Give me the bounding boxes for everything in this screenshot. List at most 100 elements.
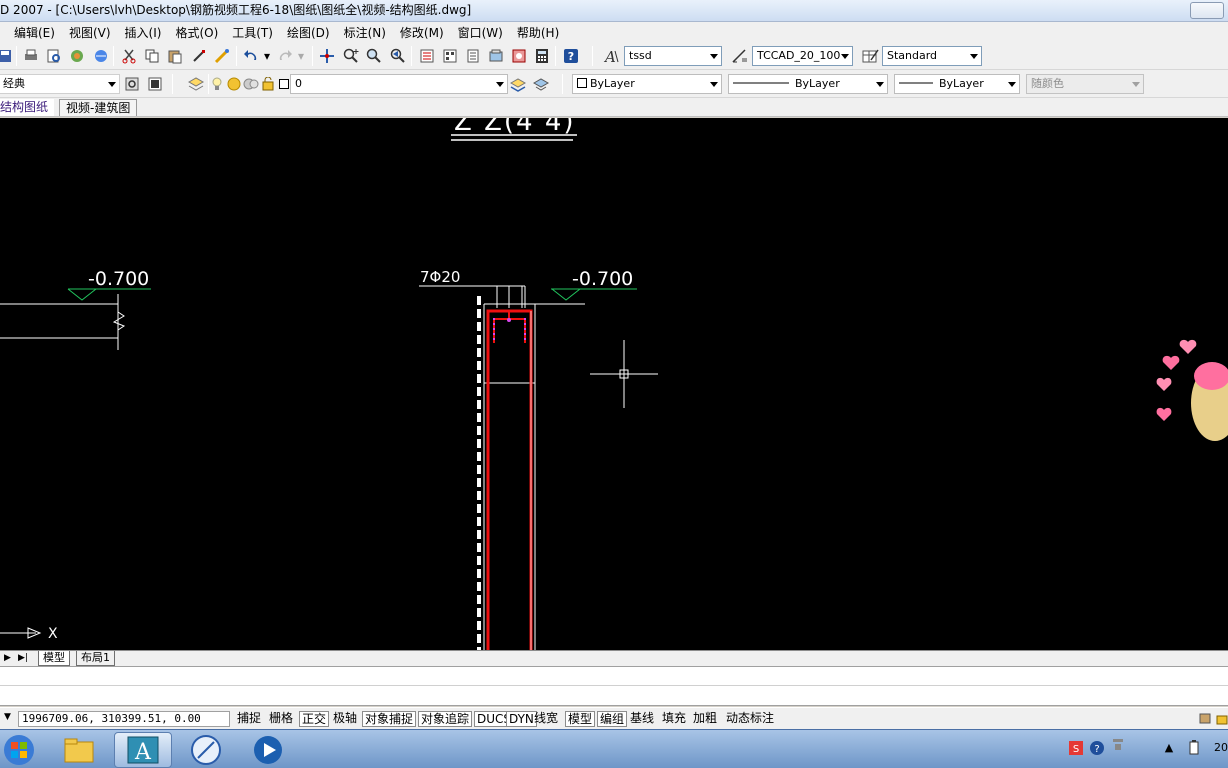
menu-modify[interactable]: 修改(M) <box>400 24 451 41</box>
undo-icon[interactable] <box>242 47 260 65</box>
window-minimize-button[interactable] <box>1190 2 1224 19</box>
standard-toolbar: ▾ ▾ ? A tssd TCCAD_20_100 Standard <box>0 42 1228 70</box>
make-object-layer-current-icon[interactable] <box>509 75 527 93</box>
layer-viewport-freeze-icon[interactable] <box>243 75 259 93</box>
properties-icon[interactable] <box>418 47 436 65</box>
layer-lock-icon[interactable] <box>261 75 277 93</box>
paste-icon[interactable] <box>166 47 184 65</box>
tab-last-icon[interactable]: ▶| <box>18 653 28 663</box>
3d-dwf-icon[interactable] <box>92 47 110 65</box>
layer-select[interactable]: 0 <box>290 74 508 94</box>
undo-dropdown-icon[interactable]: ▾ <box>262 47 272 65</box>
pan-realtime-icon[interactable] <box>318 47 336 65</box>
table-style-select[interactable]: Standard <box>882 46 982 66</box>
dimension-style-select[interactable]: TCCAD_20_100 <box>752 46 853 66</box>
task-media-player[interactable] <box>239 732 297 768</box>
status-bar: ▼ 1996709.06, 310399.51, 0.00 捕捉 栅格 正交 极轴 对象… <box>0 707 1228 729</box>
menu-help[interactable]: 帮助(H) <box>517 24 566 41</box>
tray-tool-icon[interactable] <box>1110 736 1126 752</box>
status-toggle-11[interactable]: 基线 <box>628 711 656 727</box>
workspace-select[interactable]: 经典 <box>0 74 120 94</box>
status-toggle-12[interactable]: 填充 <box>660 711 688 727</box>
status-toggle-8[interactable]: 线宽 <box>532 711 560 727</box>
status-toggle-3[interactable]: 极轴 <box>331 711 359 727</box>
status-toggle-5[interactable]: 对象追踪 <box>418 711 473 727</box>
layout-tabs: ▶ ▶| 模型 布局1 <box>0 650 1228 666</box>
menu-format[interactable]: 格式(O) <box>175 24 225 41</box>
copy-icon[interactable] <box>143 47 161 65</box>
calculator-icon[interactable] <box>533 47 551 65</box>
tray-help-icon[interactable]: ? <box>1089 740 1105 756</box>
zoom-previous-icon[interactable] <box>389 47 407 65</box>
status-toggle-13[interactable]: 加粗 <box>691 711 719 727</box>
design-center-icon[interactable] <box>441 47 459 65</box>
cut-icon[interactable] <box>120 47 138 65</box>
status-toggle-9[interactable]: 模型 <box>565 711 596 727</box>
tab-structural-drawing[interactable]: 结构图纸 <box>0 99 55 116</box>
status-toggle-1[interactable]: 栅格 <box>267 711 295 727</box>
task-app-2[interactable] <box>177 732 235 768</box>
workspace-settings-icon[interactable] <box>123 75 141 93</box>
menu-draw[interactable]: 绘图(D) <box>287 24 337 41</box>
layer-manager-icon[interactable] <box>187 75 205 93</box>
menu-window[interactable]: 窗口(W) <box>458 24 510 41</box>
status-toggle-0[interactable]: 捕捉 <box>235 711 263 727</box>
task-autocad[interactable]: A <box>114 732 172 768</box>
tab-next-icon[interactable]: ▶ <box>4 653 11 663</box>
coordinates-display[interactable]: 1996709.06, 310399.51, 0.00 <box>18 711 230 727</box>
table-style-icon[interactable] <box>862 47 880 65</box>
plot-preview-icon[interactable] <box>45 47 63 65</box>
block-editor-icon[interactable] <box>213 47 231 65</box>
tab-layout1[interactable]: 布局1 <box>76 651 115 666</box>
command-line[interactable] <box>0 666 1228 706</box>
menu-insert[interactable]: 插入(I) <box>125 24 169 41</box>
battery-icon[interactable] <box>1186 740 1202 756</box>
tool-palettes-icon[interactable] <box>464 47 482 65</box>
menu-view[interactable]: 视图(V) <box>69 24 118 41</box>
publish-icon[interactable] <box>68 47 86 65</box>
clock[interactable]: 20 <box>1214 740 1228 756</box>
window-title: D 2007 - [C:\Users\lvh\Desktop\钢筋视频工程6-1… <box>0 3 472 17</box>
redo-icon[interactable] <box>276 47 294 65</box>
dimension-style-icon[interactable] <box>731 47 749 65</box>
linetype-select[interactable]: ByLayer <box>728 74 888 94</box>
status-toggle-2[interactable]: 正交 <box>299 711 330 727</box>
drawing-canvas[interactable]: Z Z(4 4) -0.700 7Φ20 -0.700 X <box>0 118 1228 650</box>
layer-previous-icon[interactable] <box>532 75 550 93</box>
start-button[interactable] <box>0 732 38 768</box>
status-menu-arrow-icon[interactable]: ▼ <box>4 712 11 722</box>
markup-icon[interactable] <box>510 47 528 65</box>
text-style-select[interactable]: tssd <box>624 46 722 66</box>
text-style-icon[interactable]: A <box>603 47 621 65</box>
status-toggle-4[interactable]: 对象捕捉 <box>362 711 417 727</box>
lineweight-select[interactable]: ByLayer <box>894 74 1020 94</box>
menu-dimension[interactable]: 标注(N) <box>344 24 393 41</box>
show-hidden-icons[interactable]: ▲ <box>1161 740 1177 756</box>
status-tray-icon[interactable] <box>1197 711 1213 727</box>
status-toggle-10[interactable]: 编组 <box>597 711 628 727</box>
menu-edit[interactable]: 编辑(E) <box>14 24 62 41</box>
task-explorer[interactable] <box>50 732 108 768</box>
status-toggle-14[interactable]: 动态标注 <box>724 711 776 727</box>
app-compass-icon <box>191 735 221 765</box>
tab-architectural-drawing[interactable]: 视频-建筑图 <box>59 99 138 116</box>
sheet-set-icon[interactable] <box>487 47 505 65</box>
help-icon[interactable]: ? <box>562 47 580 65</box>
ime-icon[interactable]: S <box>1068 740 1084 756</box>
rebar-cage-outer <box>486 309 533 650</box>
zoom-realtime-icon[interactable] <box>342 47 360 65</box>
zoom-window-icon[interactable] <box>365 47 383 65</box>
redo-dropdown-icon[interactable]: ▾ <box>296 47 306 65</box>
color-select[interactable]: ByLayer <box>572 74 722 94</box>
status-lock-icon[interactable] <box>1214 711 1228 727</box>
match-properties-icon[interactable] <box>190 47 208 65</box>
drawing-svg[interactable]: Z Z(4 4) -0.700 7Φ20 -0.700 X <box>0 118 1228 650</box>
layer-on-icon[interactable] <box>211 75 223 93</box>
heart-icon <box>1156 407 1172 421</box>
menu-tools[interactable]: 工具(T) <box>232 24 280 41</box>
plot-icon[interactable] <box>22 47 40 65</box>
workspace-save-icon[interactable] <box>146 75 164 93</box>
tab-model[interactable]: 模型 <box>38 651 70 666</box>
save-icon[interactable] <box>0 47 14 65</box>
layer-freeze-icon[interactable] <box>226 75 242 93</box>
